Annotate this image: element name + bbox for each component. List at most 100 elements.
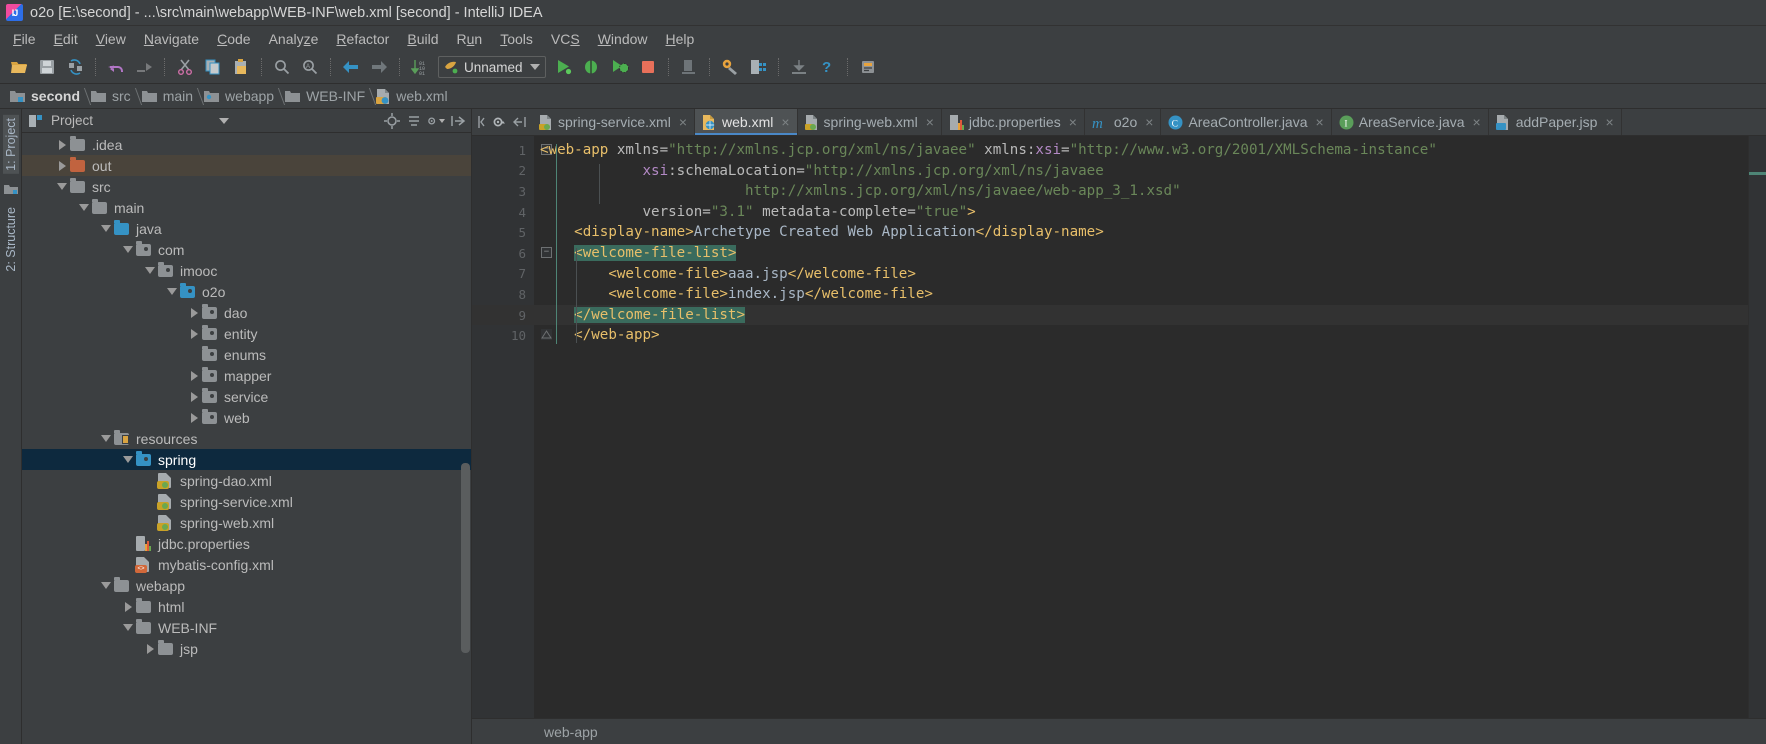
tool-window-button-structure[interactable]: 2: Structure [3,204,19,275]
code-line-2[interactable]: xsi:schemaLocation="http://xmlns.jcp.org… [534,161,1748,182]
find-icon[interactable] [268,54,296,80]
update-project-icon[interactable] [785,54,813,80]
tree-item-webapp[interactable]: webapp [22,575,471,596]
chevron-down-icon[interactable] [98,575,114,596]
menu-item-navigate[interactable]: Navigate [135,28,208,50]
back-nav-icon[interactable] [475,109,487,135]
code-line-5[interactable]: <display-name>Archetype Created Web Appl… [534,222,1748,243]
project-tree[interactable]: .idea out src main java com imooc o2o dao entity e… [22,133,471,744]
tree-item-o2o[interactable]: o2o [22,281,471,302]
close-icon[interactable]: × [1605,114,1613,130]
collapse-all-icon[interactable] [404,111,423,130]
tree-item-enums[interactable]: enums [22,344,471,365]
settings-gear-icon[interactable] [426,111,445,130]
run-icon[interactable] [550,54,578,80]
tree-item--idea[interactable]: .idea [22,134,471,155]
debug-icon[interactable] [578,54,606,80]
close-icon[interactable]: × [781,114,789,130]
editor-tab-jdbc-properties[interactable]: jdbc.properties × [942,109,1085,135]
run-coverage-icon[interactable] [606,54,634,80]
code-line-1[interactable]: <web-app xmlns="http://xmlns.jcp.org/xml… [534,140,1748,161]
chevron-right-icon[interactable] [186,302,202,323]
close-icon[interactable]: × [1473,114,1481,130]
tree-item-imooc[interactable]: imooc [22,260,471,281]
copy-icon[interactable] [199,54,227,80]
breadcrumb-item-src[interactable]: src [87,84,138,108]
apply-changes-icon[interactable] [675,54,703,80]
chevron-down-icon[interactable] [54,176,70,197]
menu-item-run[interactable]: Run [448,28,492,50]
code-line-3[interactable]: http://xmlns.jcp.org/xml/ns/javaee/web-a… [534,181,1748,202]
help-icon[interactable]: ? [813,54,841,80]
tree-item-spring-service-xml[interactable]: spring-service.xml [22,491,471,512]
project-small-icon[interactable] [3,182,19,196]
editor-tab-spring-web-xml[interactable]: spring-web.xml × [798,109,942,135]
sort-icon[interactable]: 01 10 01 [406,54,434,80]
hide-tabs-icon[interactable] [511,109,529,135]
menu-item-view[interactable]: View [87,28,135,50]
chevron-down-icon[interactable] [76,197,92,218]
chevron-right-icon[interactable] [54,155,70,176]
tree-item-out[interactable]: out [22,155,471,176]
chevron-down-icon[interactable] [120,449,136,470]
code-content[interactable]: <web-app xmlns="http://xmlns.jcp.org/xml… [534,136,1748,718]
tree-item-jsp[interactable]: jsp [22,638,471,659]
paste-icon[interactable] [227,54,255,80]
chevron-right-icon[interactable] [186,386,202,407]
tree-item-html[interactable]: html [22,596,471,617]
settings-icon[interactable] [716,54,744,80]
editor-tab-spring-service-xml[interactable]: spring-service.xml × [532,109,695,135]
open-folder-icon[interactable] [5,54,33,80]
redo-icon[interactable] [130,54,158,80]
code-line-6[interactable]: <welcome-file-list> [534,243,1748,264]
menu-item-code[interactable]: Code [208,28,259,50]
tree-item-resources[interactable]: resources [22,428,471,449]
chevron-down-icon[interactable] [98,428,114,449]
tree-item-spring-dao-xml[interactable]: spring-dao.xml [22,470,471,491]
editor-tab-addpaper-jsp[interactable]: addPaper.jsp × [1489,109,1622,135]
tree-item-web-inf[interactable]: WEB-INF [22,617,471,638]
tree-item-entity[interactable]: entity [22,323,471,344]
editor-gutter[interactable]: 1− 2 3 4 5 6− 7 8 9 10 [472,136,552,718]
breadcrumb-item-second[interactable]: second [6,84,87,108]
tree-item-dao[interactable]: dao [22,302,471,323]
editor-tab-o2o[interactable]: m o2o × [1085,109,1162,135]
tool-window-button-project[interactable]: 1: Project [2,115,19,174]
chevron-down-icon[interactable] [164,281,180,302]
close-icon[interactable]: × [926,114,934,130]
save-all-icon[interactable] [33,54,61,80]
hide-panel-icon[interactable] [448,111,467,130]
tree-item-spring-web-xml[interactable]: spring-web.xml [22,512,471,533]
close-icon[interactable]: × [1316,114,1324,130]
code-line-7[interactable]: <welcome-file>aaa.jsp</welcome-file> [534,264,1748,285]
chevron-right-icon[interactable] [142,638,158,659]
chevron-right-icon[interactable] [186,407,202,428]
tree-item-java[interactable]: java [22,218,471,239]
forward-icon[interactable] [365,54,393,80]
tree-item-jdbc-properties[interactable]: jdbc.properties [22,533,471,554]
tree-item-mapper[interactable]: mapper [22,365,471,386]
sync-refresh-icon[interactable] [61,54,89,80]
tree-item-main[interactable]: main [22,197,471,218]
close-icon[interactable]: × [679,114,687,130]
tree-item-src[interactable]: src [22,176,471,197]
chevron-down-icon[interactable] [98,218,114,239]
menu-item-vcs[interactable]: VCS [542,28,589,50]
chevron-down-icon[interactable] [120,239,136,260]
code-line-8[interactable]: <welcome-file>index.jsp</welcome-file> [534,284,1748,305]
menu-item-help[interactable]: Help [657,28,704,50]
editor-tab-web-xml[interactable]: web.xml × [695,109,798,135]
stop-icon[interactable] [634,54,662,80]
settings-gear-icon[interactable] [489,109,509,135]
editor-tab-areaservice-java[interactable]: I AreaService.java × [1332,109,1489,135]
breadcrumb-item-web-xml[interactable]: web.xml [372,84,454,108]
error-stripe-gutter[interactable] [1748,136,1766,718]
replace-icon[interactable]: A [296,54,324,80]
breadcrumb-item-main[interactable]: main [138,84,200,108]
breadcrumb-item-webapp[interactable]: webapp [200,84,281,108]
tree-item-mybatis-config-xml[interactable]: <> mybatis-config.xml [22,554,471,575]
undo-icon[interactable] [102,54,130,80]
code-line-10[interactable]: </web-app> [534,325,1748,346]
menu-item-edit[interactable]: Edit [45,28,87,50]
chevron-down-icon[interactable] [142,260,158,281]
